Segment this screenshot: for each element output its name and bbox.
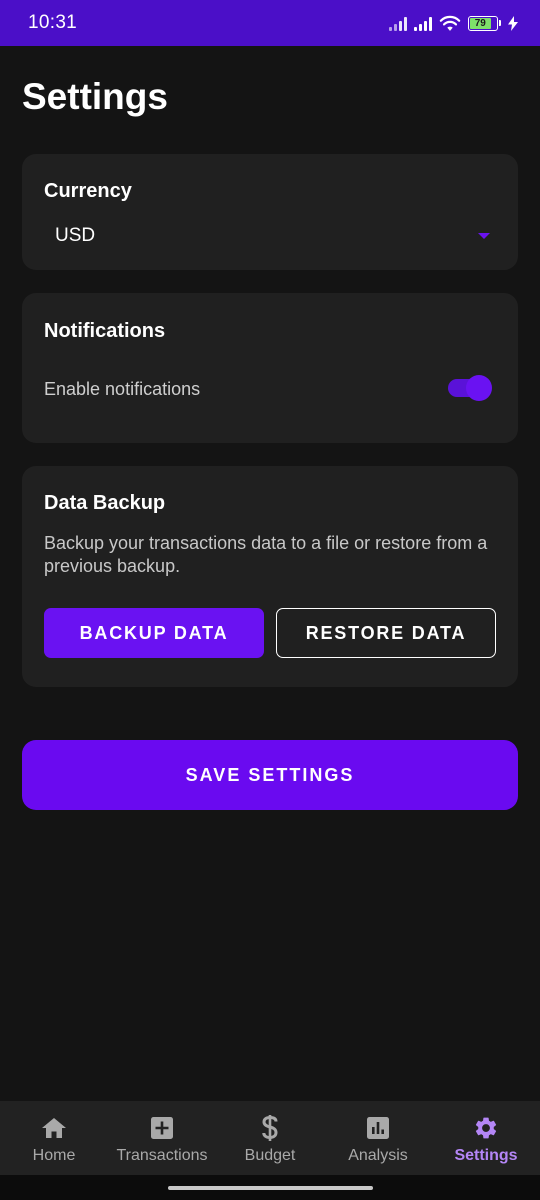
currency-card: Currency USD <box>22 154 518 270</box>
currency-title: Currency <box>44 180 132 202</box>
signal-icon <box>389 16 407 31</box>
add-box-icon <box>149 1115 175 1141</box>
wifi-icon <box>439 15 461 31</box>
battery-icon: 79 <box>468 15 501 31</box>
charging-icon <box>508 15 518 31</box>
dropdown-arrow-icon <box>478 233 490 239</box>
bottom-navigation: Home Transactions Budget Analysis Settin… <box>0 1101 540 1175</box>
restore-data-button[interactable]: RESTORE DATA <box>276 608 496 658</box>
status-bar: 10:31 79 <box>0 0 540 46</box>
currency-value: USD <box>55 225 96 246</box>
dollar-icon <box>257 1115 283 1141</box>
currency-dropdown[interactable]: USD <box>44 216 496 256</box>
enable-notifications-label: Enable notifications <box>44 379 201 399</box>
data-backup-title: Data Backup <box>44 492 166 514</box>
nav-label-analysis: Analysis <box>348 1147 408 1164</box>
nav-item-budget[interactable]: Budget <box>216 1101 324 1175</box>
notifications-title: Notifications <box>44 320 166 342</box>
notifications-card: Notifications Enable notifications <box>22 293 518 443</box>
data-backup-description: Backup your transactions data to a file … <box>44 533 488 576</box>
gesture-area <box>0 1175 540 1200</box>
page-title: Settings <box>22 76 168 117</box>
gear-icon <box>473 1115 499 1141</box>
save-settings-button[interactable]: SAVE SETTINGS <box>22 740 518 810</box>
status-icons: 79 <box>389 15 518 32</box>
toggle-thumb <box>466 375 492 401</box>
nav-item-analysis[interactable]: Analysis <box>324 1101 432 1175</box>
nav-item-home[interactable]: Home <box>0 1101 108 1175</box>
bar-chart-icon <box>365 1115 391 1141</box>
home-icon <box>41 1115 67 1141</box>
app-root: 10:31 79 Settings Currency USD Notificat… <box>0 0 540 1200</box>
nav-item-settings[interactable]: Settings <box>432 1101 540 1175</box>
notifications-toggle[interactable] <box>448 375 492 401</box>
signal-icon <box>414 16 432 31</box>
nav-label-home: Home <box>32 1147 76 1164</box>
nav-label-budget: Budget <box>244 1147 296 1164</box>
nav-label-transactions: Transactions <box>116 1147 208 1164</box>
status-time: 10:31 <box>28 12 78 33</box>
data-backup-card: Data Backup Backup your transactions dat… <box>22 466 518 687</box>
home-indicator[interactable] <box>168 1186 373 1190</box>
nav-item-transactions[interactable]: Transactions <box>108 1101 216 1175</box>
battery-level: 79 <box>470 17 491 29</box>
backup-data-button[interactable]: BACKUP DATA <box>44 608 264 658</box>
nav-label-settings: Settings <box>454 1147 518 1164</box>
